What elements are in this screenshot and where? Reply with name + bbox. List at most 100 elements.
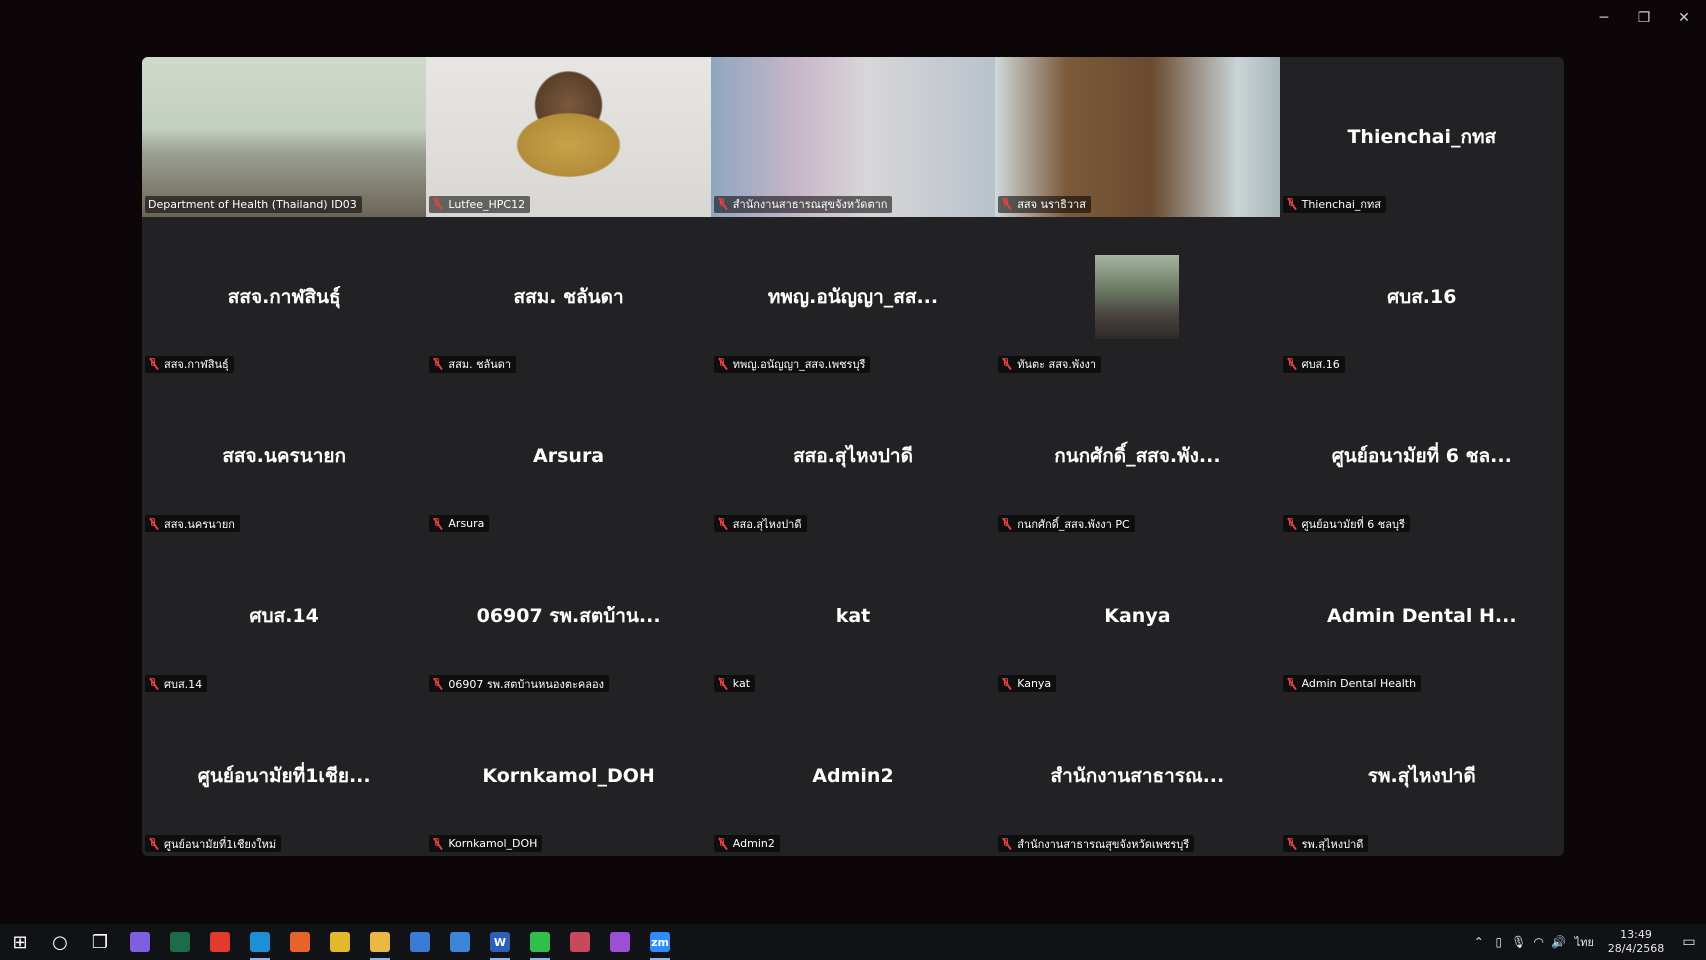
language-indicator[interactable]: ไทย (1575, 933, 1594, 951)
participant-tile[interactable]: Admin Dental H... Admin Dental Health (1280, 536, 1564, 696)
participant-name-label: Thienchai_กทส (1282, 195, 1387, 213)
clock-date: 28/4/2568 (1607, 942, 1665, 955)
participant-display-name: ศูนย์อนามัยที่ 6 ชล... (1331, 445, 1512, 468)
mic-muted-icon (1286, 358, 1296, 370)
participant-name-label: Lutfee_HPC12 (429, 195, 531, 213)
participant-tile[interactable]: Thienchai_กทส Thienchai_กทส (1280, 57, 1564, 217)
participant-tile[interactable]: รพ.สุไหงปาดี รพ.สุไหงปาดี (1280, 696, 1564, 856)
task-view-icon: ❐ (90, 931, 110, 953)
taskbar-button[interactable] (600, 924, 640, 960)
mic-muted-icon (432, 517, 442, 530)
participant-tile[interactable]: ทันตะ สสจ.พังงา (995, 217, 1279, 377)
participant-label-text: ทันตะ สสจ.พังงา (1017, 358, 1097, 372)
network-icon[interactable]: ◠ (1529, 935, 1549, 949)
participant-name-label: Kornkamol_DOH (429, 835, 543, 852)
taskbar-button[interactable] (280, 924, 320, 960)
participant-tile[interactable]: 06907 รพ.สตบ้าน... 06907 รพ.สตบ้านหนองตะค… (426, 536, 710, 696)
taskbar-button[interactable]: ❐ (80, 924, 120, 960)
word-icon: W (490, 932, 510, 952)
mic-muted-icon (1001, 517, 1011, 530)
app-green-icon (170, 932, 190, 952)
microphone-icon[interactable]: 🎙 (1509, 935, 1529, 949)
device-icon[interactable]: ▯ (1489, 935, 1509, 949)
participant-display-name: สสจ.นครนายก (222, 445, 347, 468)
taskbar-button[interactable] (160, 924, 200, 960)
taskbar-button[interactable]: ⊞ (0, 924, 40, 960)
taskbar-button[interactable] (320, 924, 360, 960)
participant-label-text: Lutfee_HPC12 (448, 197, 526, 211)
participant-tile[interactable]: สสจ.นครนายก สสจ.นครนายก (142, 377, 426, 537)
participant-display-name: ศูนย์อนามัยที่1เชีย... (197, 765, 371, 788)
taskbar-button[interactable] (200, 924, 240, 960)
participant-label-text: สสจ นราธิวาส (1017, 198, 1086, 212)
taskbar-button[interactable] (520, 924, 560, 960)
chrome-profile-icon (570, 932, 590, 952)
store-icon (410, 932, 430, 952)
participant-tile[interactable]: ศูนย์อนามัยที่1เชีย... ศูนย์อนามัยที่1เชี… (142, 696, 426, 856)
taskbar-button[interactable] (120, 924, 160, 960)
participant-label-text: สสจ.นครนายก (164, 517, 235, 531)
participant-tile[interactable]: กนกศักดิ์_สสจ.พัง... กนกศักดิ์_สสจ.พังงา … (995, 377, 1279, 537)
close-button[interactable]: ✕ (1664, 6, 1704, 30)
participant-label-text: ศูนย์อนามัยที่1เชียงใหม่ (164, 837, 277, 851)
participant-name-label: ศูนย์อนามัยที่1เชียงใหม่ (145, 835, 282, 852)
taskbar-button[interactable] (360, 924, 400, 960)
participant-tile[interactable]: สสม. ชลันดา สสม. ชลันดา (426, 217, 710, 377)
taskbar-button[interactable]: ○ (40, 924, 80, 960)
participant-display-name: สสอ.สุไหงปาดี (793, 445, 913, 468)
zoom-icon: zm (650, 932, 670, 952)
participant-tile[interactable]: ศบส.16 ศบส.16 (1280, 217, 1564, 377)
participant-tile[interactable]: kat kat (711, 536, 995, 696)
participant-name-label: 06907 รพ.สตบ้านหนองตะคลอง (429, 675, 609, 693)
mic-muted-icon (717, 517, 727, 530)
participant-name-label: Admin2 (713, 835, 780, 852)
taskbar-button[interactable] (400, 924, 440, 960)
firefox-icon (290, 932, 310, 952)
participant-tile[interactable]: Department of Health (Thailand) ID03 (142, 57, 427, 217)
taskbar-button[interactable]: zm (640, 924, 680, 960)
taskbar-button[interactable] (240, 924, 280, 960)
taskbar-button[interactable]: W (480, 924, 520, 960)
participant-tile[interactable]: Kornkamol_DOH Kornkamol_DOH (426, 696, 710, 856)
taskbar-button[interactable] (440, 924, 480, 960)
participant-display-name: Arsura (533, 445, 605, 468)
participant-label-text: สสอ.สุไหงปาดี (732, 517, 802, 531)
mic-muted-icon (432, 837, 442, 850)
participant-tile[interactable]: Lutfee_HPC12 (426, 57, 711, 217)
show-hidden-icons-icon[interactable]: ⌃ (1469, 935, 1489, 949)
mic-muted-icon (432, 198, 442, 210)
restore-button[interactable]: ❐ (1624, 6, 1664, 30)
participant-name-label: สสจ นราธิวาส (998, 195, 1091, 213)
mic-muted-icon (1001, 198, 1011, 210)
participant-video (995, 57, 1280, 217)
participant-tile[interactable]: Kanya Kanya (995, 536, 1279, 696)
participant-tile[interactable]: สสอ.สุไหงปาดี สสอ.สุไหงปาดี (711, 377, 995, 537)
taskbar-button[interactable] (560, 924, 600, 960)
participant-name-label: Department of Health (Thailand) ID03 (145, 195, 362, 213)
participant-label-text: Kanya (1017, 677, 1052, 691)
mic-muted-icon (717, 837, 727, 850)
participant-name-label: สสจ.นครนายก (145, 515, 240, 533)
mic-muted-icon (717, 358, 727, 370)
participant-tile[interactable]: สสจ.กาฬสินธุ์ สสจ.กาฬสินธุ์ (142, 217, 426, 377)
participant-tile[interactable]: ศบส.14 ศบส.14 (142, 536, 426, 696)
participant-tile[interactable]: ศูนย์อนามัยที่ 6 ชล... ศูนย์อนามัยที่ 6 ช… (1280, 377, 1564, 537)
participant-display-name: ศบส.16 (1387, 285, 1457, 308)
volume-icon[interactable]: 🔊 (1549, 935, 1569, 949)
zoom-window: ─ ❐ ✕ Department of Health (Thailand) ID… (0, 0, 1706, 924)
clock[interactable]: 13:49 28/4/2568 (1606, 928, 1666, 956)
participant-tile[interactable]: สสจ นราธิวาส (995, 57, 1280, 217)
notifications-icon[interactable]: ▭ (1672, 934, 1706, 950)
participant-tile[interactable]: Admin2 Admin2 (711, 696, 995, 856)
participant-label-text: Department of Health (Thailand) ID03 (148, 197, 357, 211)
minimize-button[interactable]: ─ (1584, 6, 1624, 30)
system-tray: ⌃ ▯ 🎙 ◠ 🔊 ไทย 13:49 28/4/2568 ▭ (1469, 924, 1706, 960)
participant-tile[interactable]: ทพญ.อนัญญา_สส... ทพญ.อนัญญา_สสจ.เพชรบุรี (711, 217, 995, 377)
participant-tile[interactable]: Arsura Arsura (426, 377, 710, 537)
participant-name-label: ทันตะ สสจ.พังงา (998, 355, 1102, 373)
participant-tile[interactable]: สำนักงานสาธารณ... สำนักงานสาธารณสุขจังหวั… (995, 696, 1279, 856)
participant-display-name: Kanya (1104, 605, 1171, 628)
mic-muted-icon (1286, 837, 1296, 850)
participant-tile[interactable]: สำนักงานสาธารณสุขจังหวัดตาก (710, 57, 996, 217)
mic-muted-icon (148, 837, 158, 850)
